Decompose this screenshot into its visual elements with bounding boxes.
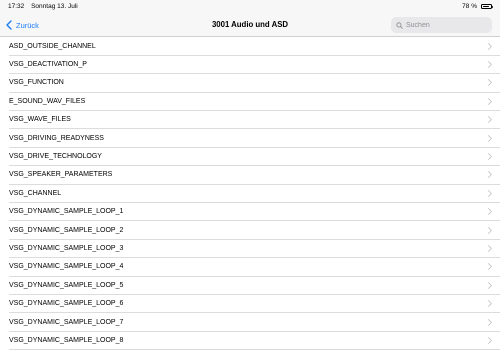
- chevron-right-icon: [488, 171, 492, 179]
- chevron-right-icon: [488, 98, 492, 105]
- chevron-right-icon: [488, 153, 492, 160]
- chevron-right-icon: [488, 263, 492, 271]
- battery-icon: [481, 4, 493, 9]
- chevron-right-icon: [488, 79, 492, 87]
- status-left: 17:32 Sonntag 13. Juli: [8, 3, 83, 10]
- list-item[interactable]: VSG_DYNAMIC_SAMPLE_LOOP_7: [0, 313, 500, 332]
- list-item[interactable]: VSG_DYNAMIC_SAMPLE_LOOP_8: [0, 331, 500, 350]
- chevron-right-icon: [488, 208, 492, 216]
- list-item-label: E_SOUND_WAV_FILES: [9, 97, 86, 105]
- list-item[interactable]: VSG_DYNAMIC_SAMPLE_LOOP_5: [0, 276, 500, 295]
- search-icon: [396, 21, 403, 29]
- list-item-label: VSG_DYNAMIC_SAMPLE_LOOP_4: [9, 263, 124, 271]
- list-item[interactable]: VSG_WAVE_FILES: [0, 111, 500, 130]
- list-item[interactable]: VSG_DYNAMIC_SAMPLE_LOOP_2: [0, 221, 500, 240]
- navigation-bar: Zurück 3001 Audio und ASD: [0, 13, 500, 37]
- list-item-label: VSG_DYNAMIC_SAMPLE_LOOP_3: [9, 244, 124, 252]
- chevron-right-icon: [488, 42, 492, 50]
- list-item[interactable]: VSG_DYNAMIC_SAMPLE_LOOP_4: [0, 258, 500, 277]
- list-item[interactable]: VSG_DYNAMIC_SAMPLE_LOOP_1: [0, 203, 500, 222]
- chevron-right-icon: [488, 189, 492, 197]
- list-item-label: ASD_OUTSIDE_CHANNEL: [9, 42, 96, 50]
- search-input[interactable]: [406, 21, 486, 29]
- list-item[interactable]: VSG_SPEAKER_PARAMETERS: [0, 166, 500, 185]
- chevron-right-icon: [488, 245, 492, 252]
- status-time: 17:32: [8, 3, 25, 10]
- chevron-right-icon: [488, 134, 492, 142]
- list-item-label: VSG_SPEAKER_PARAMETERS: [9, 171, 113, 179]
- list-item[interactable]: E_SOUND_WAV_FILES: [0, 92, 500, 111]
- chevron-right-icon: [488, 116, 492, 124]
- battery-fill: [482, 5, 489, 8]
- status-bar: 17:32 Sonntag 13. Juli 78 %: [0, 0, 500, 13]
- list-item[interactable]: VSG_CHANNEL: [0, 184, 500, 203]
- chevron-right-icon: [488, 226, 492, 234]
- list-item-label: VSG_FUNCTION: [9, 79, 64, 87]
- list-item-label: VSG_DYNAMIC_SAMPLE_LOOP_6: [9, 300, 124, 308]
- list-item-label: VSG_DEACTIVATION_P: [9, 61, 87, 69]
- battery-percent: 78 %: [462, 3, 477, 10]
- chevron-right-icon: [488, 281, 492, 289]
- status-right: 78 %: [462, 3, 493, 10]
- list-item[interactable]: VSG_DRIVE_TECHNOLOGY: [0, 147, 500, 167]
- list-item-label: VSG_WAVE_FILES: [9, 116, 71, 124]
- list-item-label: VSG_DYNAMIC_SAMPLE_LOOP_8: [9, 336, 124, 344]
- list-item[interactable]: VSG_DRIVING_READYNESS: [0, 129, 500, 148]
- list-item-label: VSG_DYNAMIC_SAMPLE_LOOP_2: [9, 226, 124, 234]
- list-item[interactable]: VSG_DYNAMIC_SAMPLE_LOOP_3: [0, 239, 500, 259]
- list-item-label: VSG_DRIVE_TECHNOLOGY: [9, 153, 102, 161]
- status-date: Sonntag 13. Juli: [31, 3, 78, 10]
- item-list: ASD_OUTSIDE_CHANNEL VSG_DEACTIVATION_P V…: [0, 37, 500, 350]
- list-item[interactable]: VSG_DYNAMIC_SAMPLE_LOOP_6: [0, 294, 500, 314]
- search-box[interactable]: [391, 17, 492, 33]
- list-item[interactable]: VSG_FUNCTION: [0, 74, 500, 93]
- chevron-right-icon: [488, 61, 492, 68]
- list-item[interactable]: ASD_OUTSIDE_CHANNEL: [0, 37, 500, 56]
- chevron-right-icon: [488, 300, 492, 308]
- list-item[interactable]: VSG_DEACTIVATION_P: [0, 55, 500, 75]
- list-item-label: VSG_DYNAMIC_SAMPLE_LOOP_1: [9, 208, 124, 216]
- list-item-label: VSG_DYNAMIC_SAMPLE_LOOP_7: [9, 318, 124, 326]
- list-item-label: VSG_DRIVING_READYNESS: [9, 134, 104, 142]
- list-item-label: VSG_DYNAMIC_SAMPLE_LOOP_5: [9, 281, 124, 289]
- chevron-right-icon: [488, 318, 492, 326]
- chevron-right-icon: [488, 337, 492, 344]
- list-item-label: VSG_CHANNEL: [9, 189, 62, 197]
